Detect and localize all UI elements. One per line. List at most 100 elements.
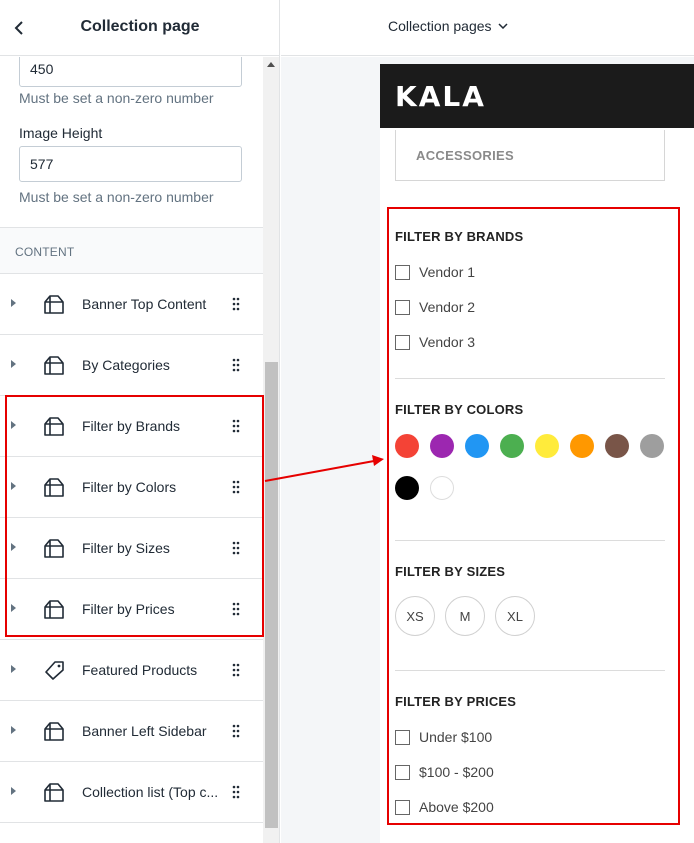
- filter-prices-title: FILTER BY PRICES: [395, 694, 517, 709]
- color-swatch-brown[interactable]: [605, 434, 629, 458]
- color-swatch-orange[interactable]: [570, 434, 594, 458]
- image-height-input[interactable]: 577: [19, 146, 242, 182]
- drag-handle-icon[interactable]: [232, 724, 240, 738]
- drag-handle-icon[interactable]: [232, 602, 240, 616]
- color-swatch-grey[interactable]: [640, 434, 664, 458]
- drag-handle-icon[interactable]: [232, 480, 240, 494]
- content-section-label: CONTENT: [15, 245, 75, 259]
- sidebar-item-label: Collection list (Top c...: [82, 784, 219, 800]
- price-option[interactable]: Above $200: [395, 799, 494, 815]
- tag-icon: [45, 661, 64, 680]
- chevron-down-icon: [497, 23, 508, 29]
- color-swatch-blue[interactable]: [465, 434, 489, 458]
- sidebar-scroll-area: 450 Must be set a non-zero number Image …: [0, 57, 263, 843]
- expand-caret-icon[interactable]: [11, 299, 16, 307]
- color-swatch-purple[interactable]: [430, 434, 454, 458]
- sidebar-scrollbar[interactable]: [263, 57, 279, 843]
- drag-handle-icon[interactable]: [232, 419, 240, 433]
- drag-handle-icon[interactable]: [232, 297, 240, 311]
- expand-caret-icon[interactable]: [11, 787, 16, 795]
- checkbox[interactable]: [395, 729, 410, 745]
- sidebar-item-filter-by-brands[interactable]: Filter by Brands: [0, 396, 263, 457]
- color-swatch-black[interactable]: [395, 476, 419, 500]
- divider: [395, 540, 665, 541]
- price-option-label: Under $100: [419, 729, 493, 745]
- color-swatch-green[interactable]: [500, 434, 524, 458]
- section-icon: [44, 417, 64, 436]
- section-icon: [44, 295, 64, 314]
- scrollbar-thumb[interactable]: [265, 362, 278, 828]
- expand-caret-icon[interactable]: [11, 665, 16, 673]
- sidebar-header: Collection page: [0, 0, 279, 56]
- drag-handle-icon[interactable]: [232, 785, 240, 799]
- brand-option[interactable]: Vendor 3: [395, 334, 475, 350]
- expand-caret-icon[interactable]: [11, 604, 16, 612]
- brand-option-label: Vendor 1: [419, 264, 476, 280]
- price-option[interactable]: Under $100: [395, 729, 492, 745]
- image-width-help: Must be set a non-zero number: [19, 90, 214, 106]
- section-icon: [44, 600, 64, 619]
- sidebar-item-banner-top-content[interactable]: Banner Top Content: [0, 274, 263, 335]
- brand-option[interactable]: Vendor 1: [395, 264, 475, 280]
- store-logo[interactable]: KALA: [395, 80, 486, 113]
- sidebar-item-label: Featured Products: [82, 662, 198, 678]
- drag-handle-icon[interactable]: [232, 358, 240, 372]
- expand-caret-icon[interactable]: [11, 421, 16, 429]
- price-option-label: Above $200: [419, 799, 494, 815]
- sidebar-item-label: Banner Top Content: [82, 296, 207, 312]
- size-option-m[interactable]: M: [445, 596, 485, 636]
- sidebar-item-label: Filter by Colors: [82, 479, 177, 495]
- price-option-label: $100 - $200: [419, 764, 494, 780]
- sidebar-item-banner-left-sidebar[interactable]: Banner Left Sidebar: [0, 701, 263, 762]
- accessories-category[interactable]: ACCESSORIES: [395, 130, 665, 181]
- theme-editor-sidebar: 450 Must be set a non-zero number Image …: [0, 0, 280, 843]
- image-height-help: Must be set a non-zero number: [19, 189, 214, 205]
- section-icon: [44, 356, 64, 375]
- filter-brands-title: FILTER BY BRANDS: [395, 229, 524, 244]
- section-icon: [44, 783, 64, 802]
- checkbox[interactable]: [395, 334, 410, 350]
- sidebar-title: Collection page: [80, 18, 200, 35]
- checkbox[interactable]: [395, 799, 410, 815]
- image-width-input[interactable]: 450: [19, 57, 242, 87]
- checkbox[interactable]: [395, 264, 410, 280]
- color-swatch-white[interactable]: [430, 476, 454, 500]
- content-section-header: CONTENT: [0, 227, 263, 274]
- checkbox[interactable]: [395, 764, 410, 780]
- brand-option-label: Vendor 2: [419, 299, 476, 315]
- sidebar-item-filter-by-sizes[interactable]: Filter by Sizes: [0, 518, 263, 579]
- drag-handle-icon[interactable]: [232, 663, 240, 677]
- section-icon: [44, 539, 64, 558]
- image-width-value: 450: [30, 61, 54, 77]
- color-swatch-red[interactable]: [395, 434, 419, 458]
- checkbox[interactable]: [395, 299, 410, 315]
- page-type-selector[interactable]: Collection pages: [388, 18, 508, 34]
- size-option-xl[interactable]: XL: [495, 596, 535, 636]
- brand-option[interactable]: Vendor 2: [395, 299, 475, 315]
- expand-caret-icon[interactable]: [11, 482, 16, 490]
- store-header: KALA: [380, 64, 694, 128]
- section-icon: [44, 722, 64, 741]
- price-option[interactable]: $100 - $200: [395, 764, 494, 780]
- color-swatch-yellow[interactable]: [535, 434, 559, 458]
- accessories-label: ACCESSORIES: [416, 148, 514, 163]
- expand-caret-icon[interactable]: [11, 726, 16, 734]
- sidebar-item-label: Banner Left Sidebar: [82, 723, 207, 739]
- expand-caret-icon[interactable]: [11, 360, 16, 368]
- scroll-up-arrow-icon[interactable]: [267, 62, 275, 67]
- divider: [395, 670, 665, 671]
- sidebar-item-collection-list[interactable]: Collection list (Top c...: [0, 762, 263, 823]
- sidebar-item-filter-by-prices[interactable]: Filter by Prices: [0, 579, 263, 640]
- sidebar-item-by-categories[interactable]: By Categories: [0, 335, 263, 396]
- image-height-value: 577: [30, 156, 54, 172]
- filter-sizes-title: FILTER BY SIZES: [395, 564, 506, 579]
- size-option-xs[interactable]: XS: [395, 596, 435, 636]
- drag-handle-icon[interactable]: [232, 541, 240, 555]
- sidebar-item-featured-products[interactable]: Featured Products: [0, 640, 263, 701]
- expand-caret-icon[interactable]: [11, 543, 16, 551]
- sidebar-item-label: Filter by Prices: [82, 601, 175, 617]
- store-preview: KALA ACCESSORIES FILTER BY BRANDS Vendor…: [380, 64, 694, 843]
- sidebar-item-label: By Categories: [82, 357, 170, 373]
- sidebar-item-filter-by-colors[interactable]: Filter by Colors: [0, 457, 263, 518]
- page-type-label: Collection pages: [388, 18, 492, 34]
